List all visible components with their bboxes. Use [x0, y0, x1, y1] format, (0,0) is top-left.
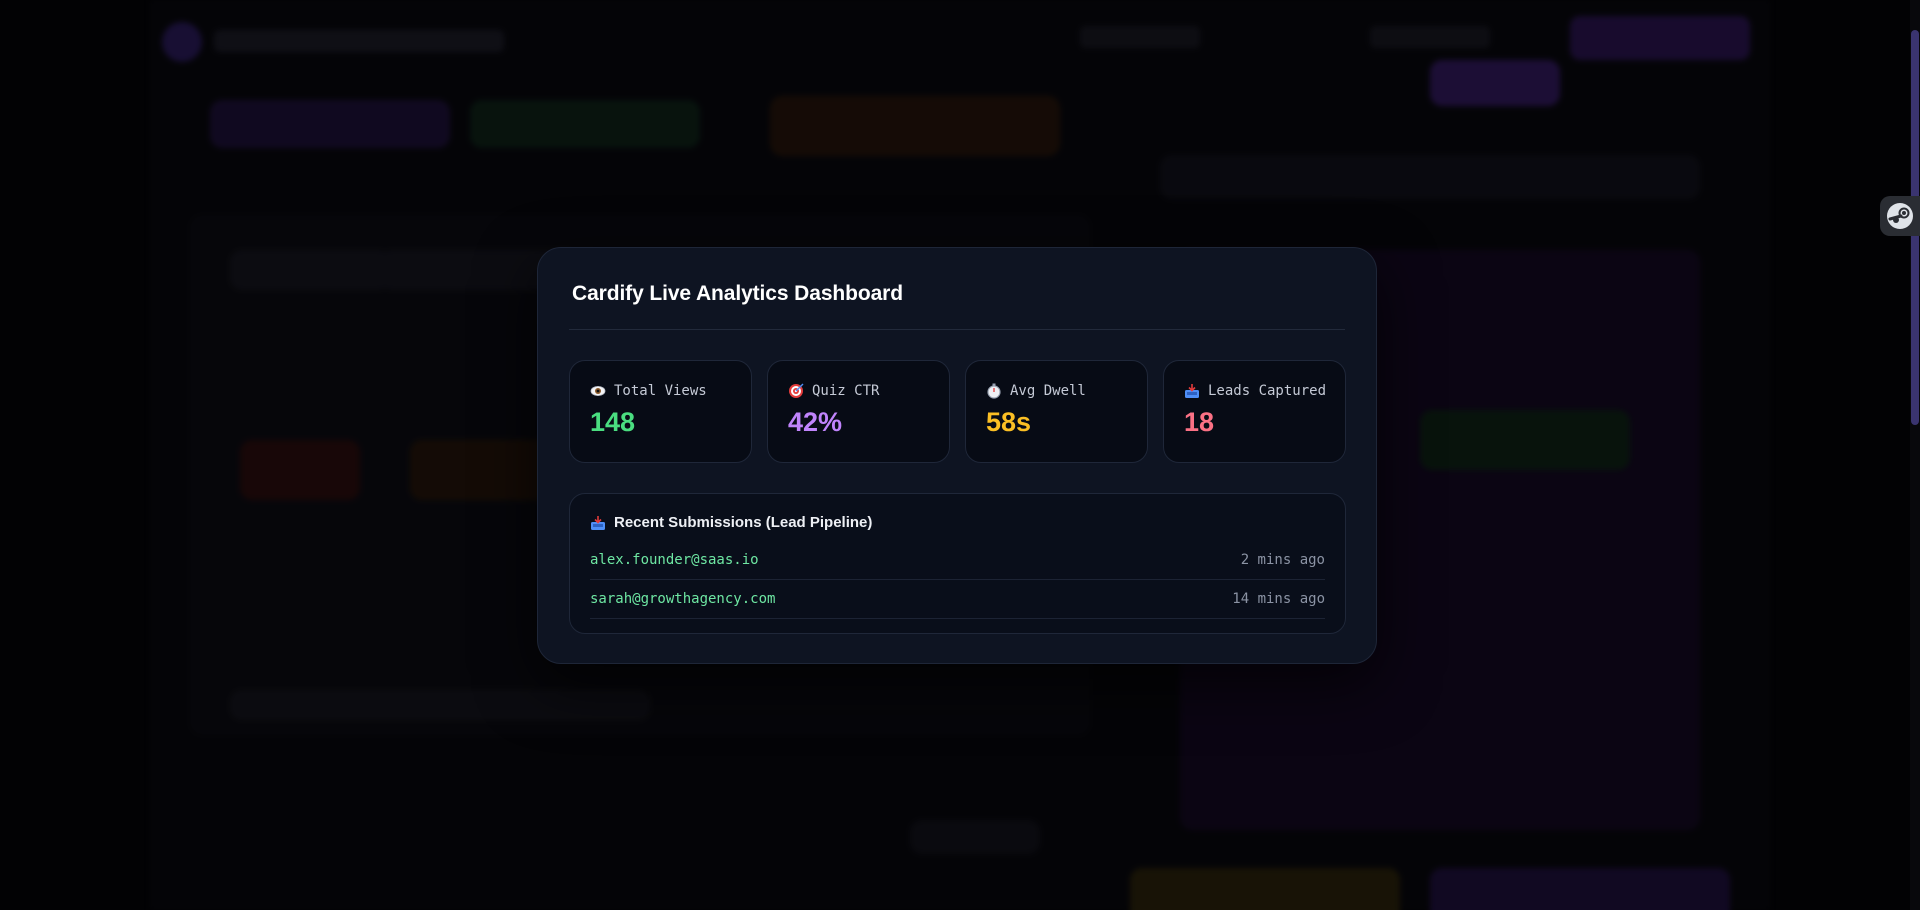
stat-card-total-views: Total Views 148: [569, 360, 752, 463]
submission-email[interactable]: sarah@growthagency.com: [590, 591, 775, 607]
stopwatch-icon: [986, 383, 1002, 399]
stat-value: 58s: [986, 407, 1032, 437]
background-tab: [230, 250, 390, 290]
stat-label: Total Views: [614, 383, 707, 399]
background-logo: [162, 22, 202, 62]
stat-label-row: Avg Dwell: [986, 383, 1086, 399]
background-nav-item: [1370, 26, 1490, 48]
stat-label-row: Quiz CTR: [788, 383, 879, 399]
submission-time: 2 mins ago: [1240, 552, 1325, 568]
background-action-button: [1130, 868, 1400, 910]
submission-row[interactable]: sarah@growthagency.com 14 mins ago: [590, 580, 1325, 619]
eye-icon: [590, 383, 606, 399]
stat-value: 18: [1184, 407, 1215, 437]
stat-label-row: Total Views: [590, 383, 707, 399]
background-nav-item: [1080, 26, 1200, 48]
background-pill: [470, 100, 700, 148]
stats-row: Total Views 148 Quiz CTR 42% Avg Dwell 5…: [569, 360, 1346, 463]
analytics-modal: Cardify Live Analytics Dashboard Total V…: [537, 247, 1377, 664]
background-button: [1430, 60, 1560, 106]
inbox-tray-icon: [590, 515, 606, 531]
background-swatch: [240, 440, 360, 500]
background-brand: [214, 30, 504, 52]
stat-label-row: Leads Captured: [1184, 383, 1326, 399]
background-pill: [770, 96, 1060, 156]
stat-label: Quiz CTR: [812, 383, 880, 399]
background-button: [910, 820, 1040, 854]
background-text-line: [230, 690, 650, 720]
stat-card-quiz-ctr: Quiz CTR 42%: [767, 360, 950, 463]
modal-title: Cardify Live Analytics Dashboard: [572, 282, 903, 305]
pipeline-header: Recent Submissions (Lead Pipeline): [590, 514, 872, 531]
background-tabs: [1160, 155, 1700, 199]
submission-time: 14 mins ago: [1232, 591, 1325, 607]
page: Cardify Live Analytics Dashboard Total V…: [0, 0, 1920, 910]
stat-card-avg-dwell: Avg Dwell 58s: [965, 360, 1148, 463]
pipeline-title: Recent Submissions (Lead Pipeline): [614, 514, 873, 531]
stat-label: Leads Captured: [1208, 383, 1327, 399]
lead-pipeline-panel: Recent Submissions (Lead Pipeline) alex.…: [569, 493, 1346, 634]
submission-email[interactable]: alex.founder@saas.io: [590, 552, 759, 568]
submission-row[interactable]: alex.founder@saas.io 2 mins ago: [590, 541, 1325, 580]
stat-value: 148: [590, 407, 636, 437]
background-preview-button: [1420, 410, 1630, 470]
inbox-tray-icon: [1184, 383, 1200, 399]
background-action-button: [1430, 868, 1730, 910]
stat-label: Avg Dwell: [1010, 383, 1086, 399]
background-pill: [210, 100, 450, 148]
target-icon: [788, 383, 804, 399]
steam-icon[interactable]: [1880, 196, 1920, 236]
stat-value: 42%: [788, 407, 843, 437]
stat-card-leads-captured: Leads Captured 18: [1163, 360, 1346, 463]
background-cta: [1570, 16, 1750, 60]
page-scrollbar[interactable]: [1910, 0, 1920, 910]
